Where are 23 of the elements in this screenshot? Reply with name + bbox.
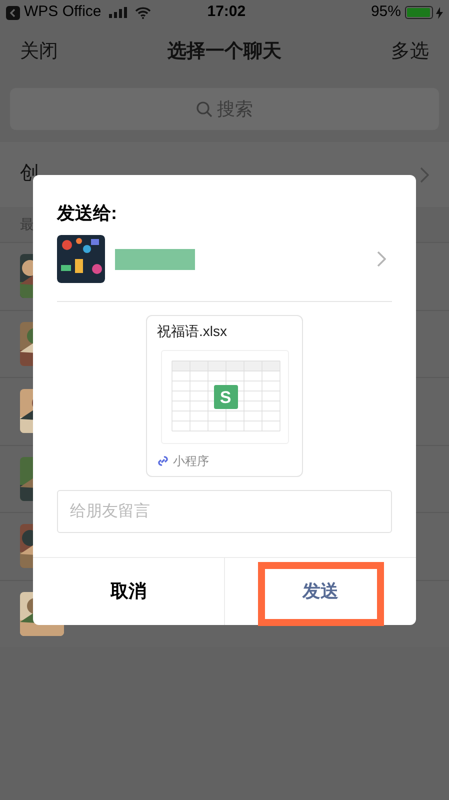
close-link[interactable]: 关闭 [20,38,58,67]
charging-icon [436,6,443,18]
search-icon [196,100,213,118]
back-icon[interactable] [6,6,20,20]
app-logo: S [214,385,238,409]
battery-icon [405,6,433,19]
back-app-label[interactable]: WPS Office [24,1,102,24]
cancel-button[interactable]: 取消 [100,574,156,609]
file-name: 祝福语.xlsx [157,322,228,341]
message-input-field[interactable]: 给朋友留言 [57,490,392,533]
clock: 17:02 [207,2,246,22]
recipient-avatar[interactable] [57,235,105,283]
dialog-title: 发送给: [57,202,118,225]
chevron-right-icon[interactable] [377,251,386,267]
mini-program-label: 小程序 [173,453,209,470]
link-icon [157,455,169,467]
send-button[interactable]: 发送 [292,574,348,609]
multi-select-link[interactable]: 多选 [391,38,429,67]
page-title: 选择一个聊天 [168,40,282,64]
wifi-icon [135,6,152,18]
file-card[interactable]: 祝福语.xlsx S 小程序 [146,315,303,477]
signal-icon [109,7,128,18]
battery-percentage: 95% [370,2,401,22]
